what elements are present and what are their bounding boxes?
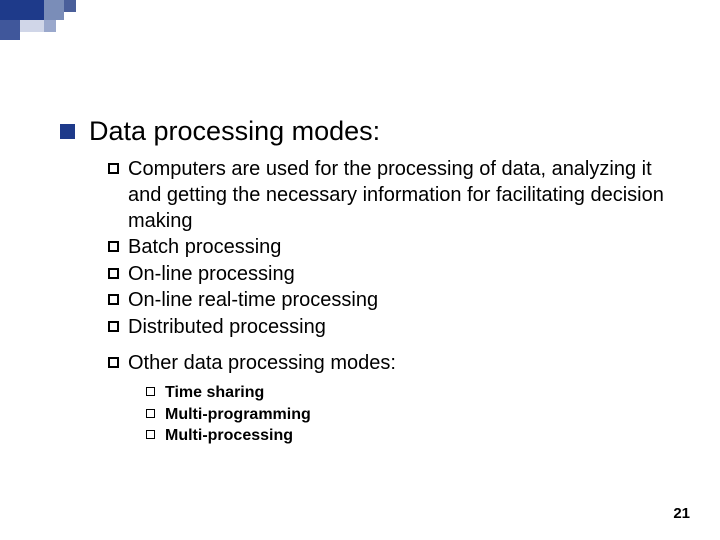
hollow-square-bullet-icon [108,294,119,305]
list-item-text: Computers are used for the processing of… [128,157,670,234]
other-sublist: Time sharing Multi-programming Multi-pro… [146,382,670,447]
hollow-square-bullet-icon [146,409,155,418]
list-item: Multi-programming [146,404,670,426]
list-item-text: Distributed processing [128,315,670,341]
list-item-text: Batch processing [128,235,670,261]
main-sublist: Computers are used for the processing of… [108,157,670,447]
hollow-square-bullet-icon [108,268,119,279]
heading-text: Data processing modes: [89,115,380,147]
hollow-square-bullet-icon [108,357,119,368]
hollow-square-bullet-icon [108,241,119,252]
list-item: Time sharing [146,382,670,404]
list-item-text: On-line processing [128,262,670,288]
hollow-square-bullet-icon [108,321,119,332]
hollow-square-bullet-icon [108,163,119,174]
list-item: On-line processing [108,262,670,288]
list-item-text: On-line real-time processing [128,288,670,314]
page-number: 21 [673,505,690,522]
list-item: Batch processing [108,235,670,261]
other-modes-label: Other data processing modes: [128,351,670,377]
list-item: Distributed processing [108,315,670,341]
slide-content: Data processing modes: Computers are use… [60,115,670,447]
list-item-text: Time sharing [165,382,264,404]
filled-square-bullet-icon [60,124,75,139]
list-item-text: Multi-processing [165,425,293,447]
list-item: Computers are used for the processing of… [108,157,670,234]
hollow-square-bullet-icon [146,430,155,439]
hollow-square-bullet-icon [146,387,155,396]
list-item-text: Multi-programming [165,404,311,426]
other-modes-row: Other data processing modes: [108,351,670,377]
heading-row: Data processing modes: [60,115,670,147]
corner-decoration [0,0,120,40]
list-item: On-line real-time processing [108,288,670,314]
list-item: Multi-processing [146,425,670,447]
